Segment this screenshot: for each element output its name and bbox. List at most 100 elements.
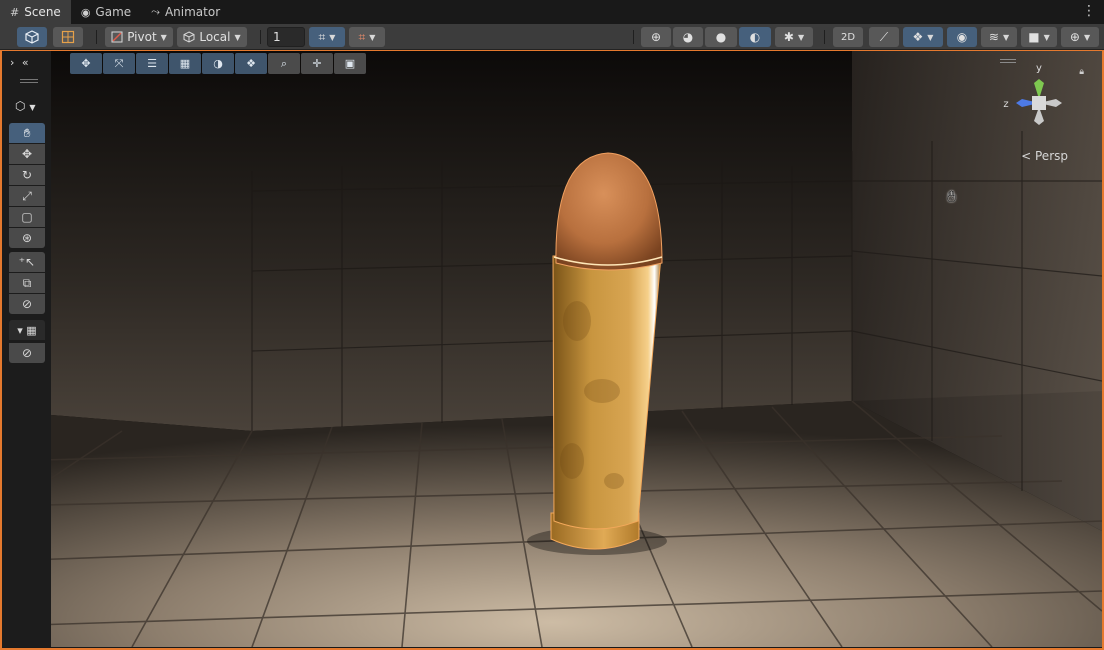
component-tools-toggle[interactable]: ▾ ▦ bbox=[9, 320, 45, 340]
overlay-sliders-button[interactable]: ☰ bbox=[136, 53, 168, 74]
overlay-layers-button[interactable]: ❖ bbox=[235, 53, 267, 74]
view-mode-3d-button[interactable] bbox=[17, 27, 47, 47]
scene-visibility-button[interactable]: ◉ bbox=[947, 27, 977, 47]
overlay-orientation-button[interactable]: ✛ bbox=[301, 53, 333, 74]
grid-brush-icon bbox=[61, 30, 75, 44]
transform-tool-button[interactable]: ⊛ bbox=[9, 228, 45, 248]
move-icon: ✥ bbox=[21, 147, 33, 161]
overlay-grid-button[interactable]: ▦ bbox=[169, 53, 201, 74]
more-options-icon[interactable]: ⋮ bbox=[1082, 3, 1096, 19]
shaded-wireframe-button[interactable]: ◕ bbox=[673, 27, 703, 47]
lit-shading-button[interactable]: ◐ bbox=[739, 27, 771, 47]
tab-animator-label: Animator bbox=[164, 5, 221, 19]
move-tool-button[interactable]: ✥ bbox=[9, 144, 45, 164]
wireframe-shading-button[interactable]: ⊕ bbox=[641, 27, 671, 47]
gamepad-icon: ◉ bbox=[80, 5, 91, 19]
grid-icon: ⌗ bbox=[358, 29, 366, 44]
overlay-move-tool-button[interactable]: ✥ bbox=[70, 53, 102, 74]
view-mode-2d-button[interactable] bbox=[53, 27, 83, 47]
chevron-down-icon: ▼ bbox=[160, 32, 167, 42]
window-tab-bar: # Scene ◉ Game ⤳ Animator ⋮ bbox=[0, 0, 1104, 24]
scale-icon: ⤢ bbox=[22, 188, 32, 203]
rect-transform-icon: ▢ bbox=[21, 210, 33, 224]
rotate-icon: ↻ bbox=[21, 168, 33, 182]
half-moon-icon: ◑ bbox=[213, 57, 223, 70]
eye-icon: ◉ bbox=[956, 30, 968, 44]
2d-icon: 2D bbox=[840, 31, 856, 43]
unlit-shading-button[interactable]: ● bbox=[705, 27, 737, 47]
light-toggle-icon: ⟋ bbox=[879, 29, 889, 44]
lighting-toggle-button[interactable]: ⟋ bbox=[869, 27, 899, 47]
tab-animator[interactable]: ⤳ Animator bbox=[141, 0, 230, 24]
duplicate-box-icon: ⧉ bbox=[22, 275, 32, 290]
effects-dropdown[interactable]: ❖ ▼ bbox=[903, 27, 943, 47]
scene-render bbox=[2, 51, 1102, 647]
overlay-transform-button[interactable]: ⤧ bbox=[103, 53, 135, 74]
gizmos-dropdown[interactable]: ⊕ ▼ bbox=[1061, 27, 1099, 47]
sliders-icon: ☰ bbox=[147, 57, 157, 70]
local-dropdown[interactable]: Local ▼ bbox=[177, 27, 247, 47]
panel-collapse-icon[interactable]: › « bbox=[10, 56, 31, 69]
pivot-dropdown[interactable]: Pivot ▼ bbox=[105, 27, 173, 47]
camera-settings-dropdown[interactable]: ■ ▼ bbox=[1021, 27, 1057, 47]
tab-game-label: Game bbox=[95, 5, 132, 19]
light-off-icon: ⊘ bbox=[21, 346, 33, 360]
grid-visibility-button[interactable]: ⌗ ▼ bbox=[349, 27, 385, 47]
chevron-down-icon: ▼ bbox=[1043, 32, 1050, 42]
panel-drag-handle[interactable] bbox=[20, 79, 38, 83]
chevron-down-icon: ▼ bbox=[329, 32, 336, 42]
tab-game[interactable]: ◉ Game bbox=[71, 0, 141, 24]
scene-viewport[interactable]: ✥ ⤧ ☰ ▦ ◑ ❖ ⌕ ✛ ▣ y z 🔒︎ < Persp ✋︎ bbox=[2, 51, 1102, 647]
chevron-down-icon: ▼ bbox=[797, 32, 805, 42]
transform-icon: ⤧ bbox=[114, 56, 124, 70]
lighting-tool-button[interactable]: ⊘ bbox=[9, 294, 45, 314]
scene-tab-icon: # bbox=[10, 5, 20, 19]
tool-context-dropdown[interactable]: ⬡ ▼ bbox=[15, 99, 35, 113]
custom-tool-button[interactable]: ⁺↖ bbox=[9, 252, 45, 272]
rect-tool-button[interactable]: ▢ bbox=[9, 207, 45, 227]
2d-toggle-button[interactable]: 2D bbox=[833, 27, 863, 47]
chevron-down-icon: ▼ bbox=[927, 32, 934, 42]
pivot-icon bbox=[111, 31, 123, 43]
projection-label: Persp bbox=[1035, 149, 1068, 163]
toolbar-separator bbox=[633, 30, 634, 44]
layers-icon: ❖ bbox=[246, 57, 256, 70]
local-space-cube-icon bbox=[183, 31, 195, 43]
toolbar-separator bbox=[260, 30, 261, 44]
chevron-down-icon: ▼ bbox=[369, 32, 376, 42]
gizmo-globe-icon: ⊕ bbox=[1069, 30, 1080, 44]
axis-z-label: z bbox=[1003, 99, 1008, 110]
layers-effects-icon: ❖ bbox=[912, 30, 924, 44]
snap-increment-field[interactable]: 1 bbox=[267, 27, 305, 47]
component-tool-button[interactable]: ⊘ bbox=[9, 343, 45, 363]
tab-scene[interactable]: # Scene bbox=[0, 0, 71, 24]
debug-draw-mode-dropdown[interactable]: ✱ ▼ bbox=[775, 27, 813, 47]
pivot-label: Pivot bbox=[127, 30, 157, 44]
move-arrows-icon: ✥ bbox=[81, 57, 91, 70]
projection-toggle[interactable]: < Persp bbox=[1021, 149, 1068, 163]
axis-icon: ✛ bbox=[312, 57, 322, 70]
grid-snapping-button[interactable]: ⌗ ▼ bbox=[309, 27, 345, 47]
lock-icon[interactable]: 🔒︎ bbox=[1079, 67, 1084, 77]
search-icon: ⌕ bbox=[280, 56, 288, 70]
cube-icon: ⬡ bbox=[15, 99, 26, 113]
cube-icon bbox=[25, 30, 39, 44]
snap-increment-value: 1 bbox=[273, 30, 281, 44]
scale-tool-button[interactable]: ⤢ bbox=[9, 186, 45, 206]
camera-icon: ▣ bbox=[344, 57, 356, 70]
layers-dropdown[interactable]: ≋ ▼ bbox=[981, 27, 1017, 47]
custom-tool-icon: ⁺↖ bbox=[18, 255, 36, 269]
animator-icon: ⤳ bbox=[151, 5, 160, 18]
probuilder-tool-button[interactable]: ⧉ bbox=[9, 273, 45, 293]
overlay-camera-button[interactable]: ▣ bbox=[334, 53, 366, 74]
view-tool-button[interactable]: ✋︎ bbox=[9, 123, 45, 143]
orientation-gizmo[interactable]: y z bbox=[994, 61, 1084, 141]
expand-grid-icon: ▾ ▦ bbox=[17, 323, 37, 337]
chevron-down-icon: ▼ bbox=[29, 103, 36, 112]
wireframe-sphere-icon: ⊕ bbox=[650, 30, 662, 44]
overlay-search-button[interactable]: ⌕ bbox=[268, 53, 300, 74]
rotate-tool-button[interactable]: ↻ bbox=[9, 165, 45, 185]
overlay-lighting-button[interactable]: ◑ bbox=[202, 53, 234, 74]
solid-sphere-icon: ● bbox=[715, 30, 727, 44]
bug-icon: ✱ bbox=[783, 30, 794, 44]
